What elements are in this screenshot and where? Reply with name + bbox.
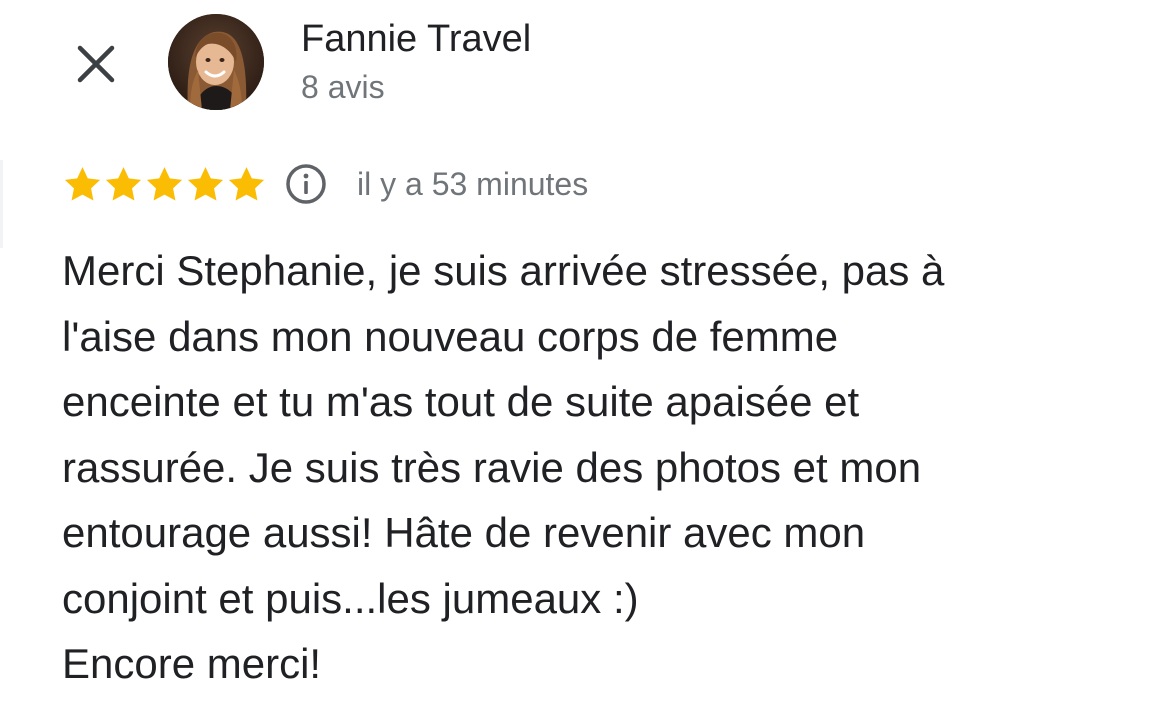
star-icon	[187, 166, 224, 201]
review-line: Encore merci!	[62, 640, 322, 687]
rating-row: il y a 53 minutes	[62, 160, 588, 208]
star-icon	[228, 166, 265, 201]
review-line: entourage aussi! Hâte de revenir avec mo…	[62, 509, 866, 556]
review-line: l'aise dans mon nouveau corps de femme	[62, 312, 839, 360]
review-line: rassurée. Je suis très ravie des photos …	[62, 443, 922, 491]
close-button[interactable]	[70, 38, 122, 90]
review-line: enceinte et tu m'as tout de suite apaisé…	[62, 378, 860, 425]
review-line: conjoint et puis...les jumeaux :)	[62, 574, 639, 622]
scroll-edge	[0, 160, 3, 248]
author-name[interactable]: Fannie Travel	[301, 16, 531, 62]
review-text: Merci Stephanie, je suis arrivée stressé…	[62, 238, 1152, 697]
close-icon	[77, 45, 115, 83]
star-rating	[62, 164, 267, 205]
review-line: Merci Stephanie, je suis arrivée stressé…	[62, 247, 945, 294]
star-icon	[105, 166, 142, 201]
info-icon[interactable]	[285, 163, 327, 205]
review-timestamp: il y a 53 minutes	[357, 166, 589, 202]
avatar[interactable]	[168, 14, 264, 110]
review-count[interactable]: 8 avis	[301, 66, 385, 108]
star-icon	[146, 166, 183, 201]
avatar-image	[168, 14, 264, 110]
star-icon	[64, 166, 101, 201]
